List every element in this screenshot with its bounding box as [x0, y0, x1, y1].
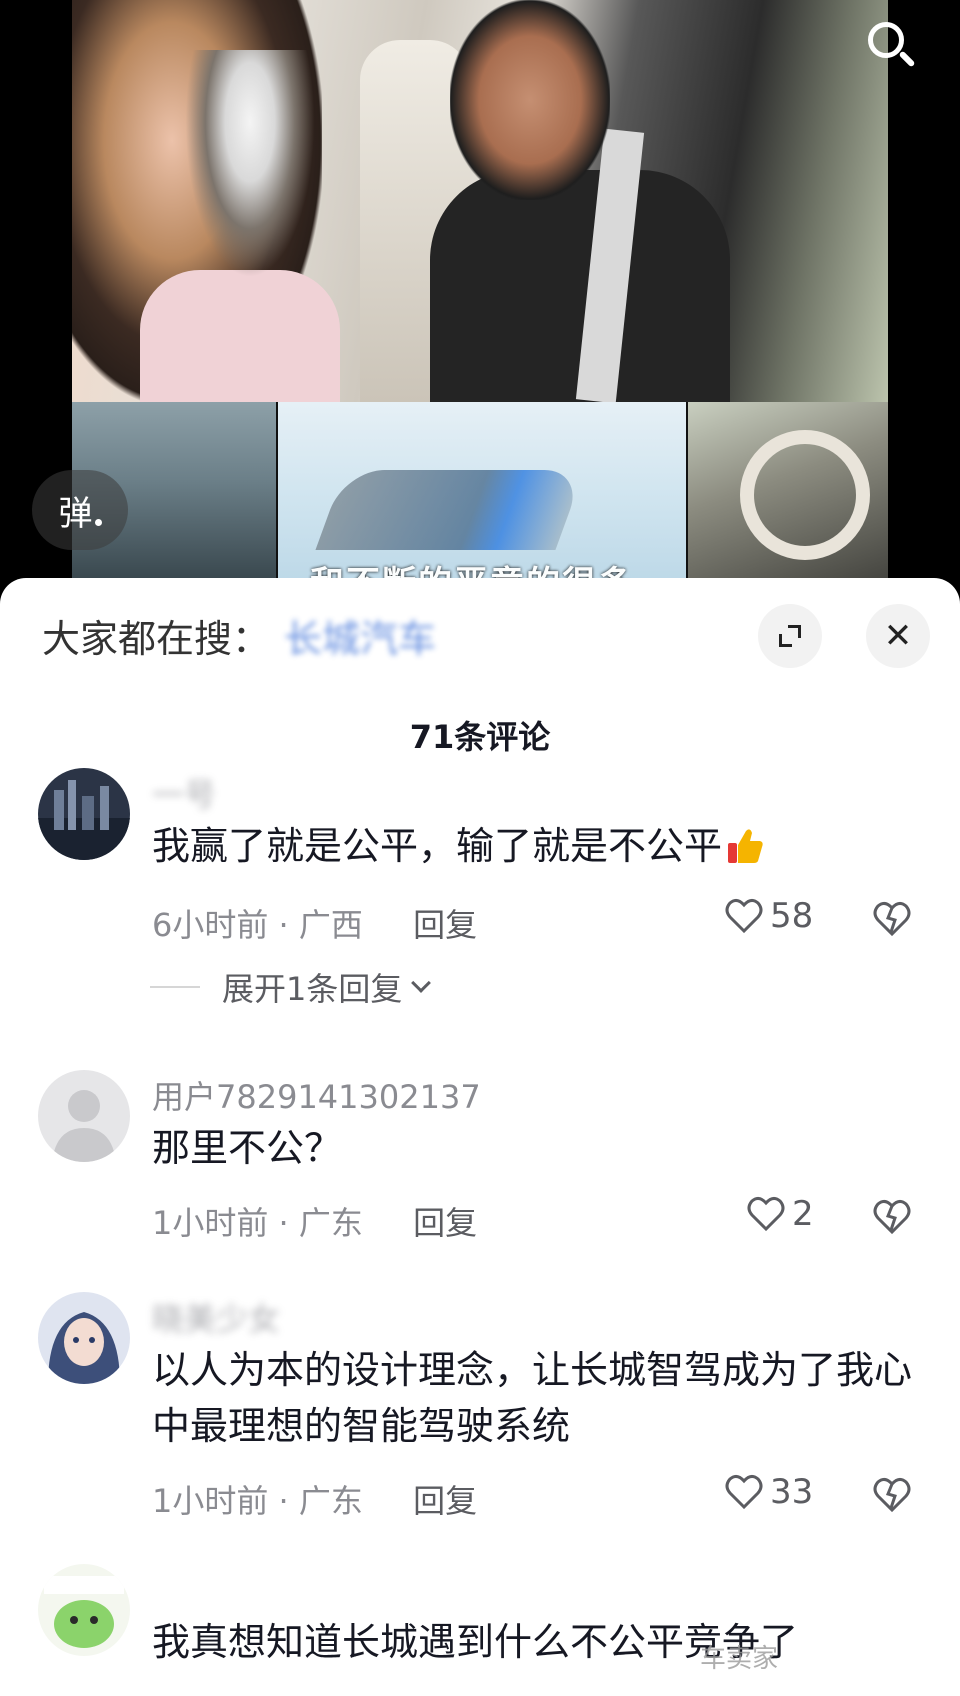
steering-wheel [740, 430, 870, 560]
sheet-header: 大家都在搜： 长城汽车 ✕ [0, 578, 960, 688]
like-count: 58 [770, 896, 814, 936]
thumbs-up-emoji-icon [728, 829, 763, 863]
like-count: 2 [792, 1194, 814, 1234]
heart-icon [725, 898, 763, 934]
trending-search[interactable]: 大家都在搜： 长城汽车 [42, 608, 436, 663]
reply-button[interactable]: 回复 [413, 906, 477, 944]
road-graphic [315, 470, 585, 550]
danmu-dot-icon [94, 518, 102, 526]
reply-button[interactable]: 回复 [413, 1482, 477, 1520]
expand-replies-button[interactable]: 展开1条回复 [150, 964, 432, 1010]
expand-replies-label: 展开1条回复 [222, 970, 403, 1008]
comment-time: 1小时前 [152, 1204, 269, 1242]
comment-location: 广东 [298, 1204, 363, 1242]
expand-sheet-button[interactable] [758, 604, 822, 668]
avatar[interactable] [38, 1292, 130, 1384]
avatar-anime-image [38, 1292, 130, 1384]
broken-heart-icon[interactable] [872, 1198, 912, 1236]
like-count: 33 [770, 1472, 814, 1512]
comment-body: 我赢了就是公平，输了就是不公平 [152, 824, 723, 868]
reply-button[interactable]: 回复 [413, 1204, 477, 1242]
heart-icon [747, 1196, 785, 1232]
comment-text: 那里不公？ [152, 1126, 343, 1170]
like-button[interactable]: 2 [746, 1194, 814, 1234]
like-button[interactable]: 58 [724, 896, 813, 936]
danmu-label: 弹 [58, 493, 93, 534]
comment-username[interactable]: 用户7829141302137 [152, 1072, 481, 1118]
broken-heart-icon[interactable] [872, 900, 912, 938]
danmu-toggle-button[interactable]: 弹 [32, 470, 128, 550]
meta-separator: · [278, 1204, 299, 1242]
close-icon: ✕ [883, 616, 913, 656]
meta-separator: · [278, 1482, 299, 1520]
divider-line [150, 986, 200, 988]
search-button[interactable] [860, 16, 924, 80]
comment-text: 以人为本的设计理念，让长城智驾成为了我心中最理想的智能驾驶系统 [152, 1348, 913, 1448]
avatar[interactable] [38, 1070, 130, 1162]
expand-icon [779, 625, 801, 647]
heart-icon [725, 1474, 763, 1510]
avatar[interactable] [38, 1564, 130, 1656]
comment-sheet: 大家都在搜： 长城汽车 ✕ 71条评论 一号 我赢了就是公平，输了就是不公平 6… [0, 578, 960, 1696]
passenger-masked [180, 50, 320, 290]
like-button[interactable]: 33 [724, 1472, 813, 1512]
comment-username[interactable]: 一号 [152, 770, 216, 816]
watermark: 车卖家 [700, 1644, 779, 1674]
comment-meta: 6小时前 · 广西 回复 [152, 900, 477, 946]
avatar-green-cartoon-image [38, 1564, 130, 1656]
trending-search-prefix: 大家都在搜： [42, 617, 271, 661]
broken-heart-icon[interactable] [872, 1476, 912, 1514]
comment-text: 我真想知道长城遇到什么不公平竞争了 [152, 1620, 799, 1664]
default-avatar-icon [38, 1070, 130, 1162]
comment-location: 广西 [298, 906, 363, 944]
meta-separator: · [278, 906, 299, 944]
comment-text: 我赢了就是公平，输了就是不公平 [152, 818, 932, 874]
avatar-city-image [38, 768, 130, 860]
comment-meta: 1小时前 · 广东 回复 [152, 1476, 477, 1522]
comment-location: 广东 [298, 1482, 363, 1520]
search-icon-handle [898, 50, 916, 68]
comment-username[interactable]: 晓美少女 [152, 1294, 280, 1340]
chevron-down-icon [411, 973, 432, 993]
search-icon [868, 22, 904, 58]
comment-time: 6小时前 [152, 906, 269, 944]
video-player[interactable]: 和不断的恶意的很多 弹 [0, 0, 960, 600]
driver-head [450, 0, 610, 200]
close-sheet-button[interactable]: ✕ [866, 604, 930, 668]
avatar[interactable] [38, 768, 130, 860]
comment-count-title: 71条评论 [409, 718, 551, 756]
comment-time: 1小时前 [152, 1482, 269, 1520]
comment-meta: 1小时前 · 广东 回复 [152, 1198, 477, 1244]
trending-search-keyword[interactable]: 长城汽车 [284, 608, 436, 663]
